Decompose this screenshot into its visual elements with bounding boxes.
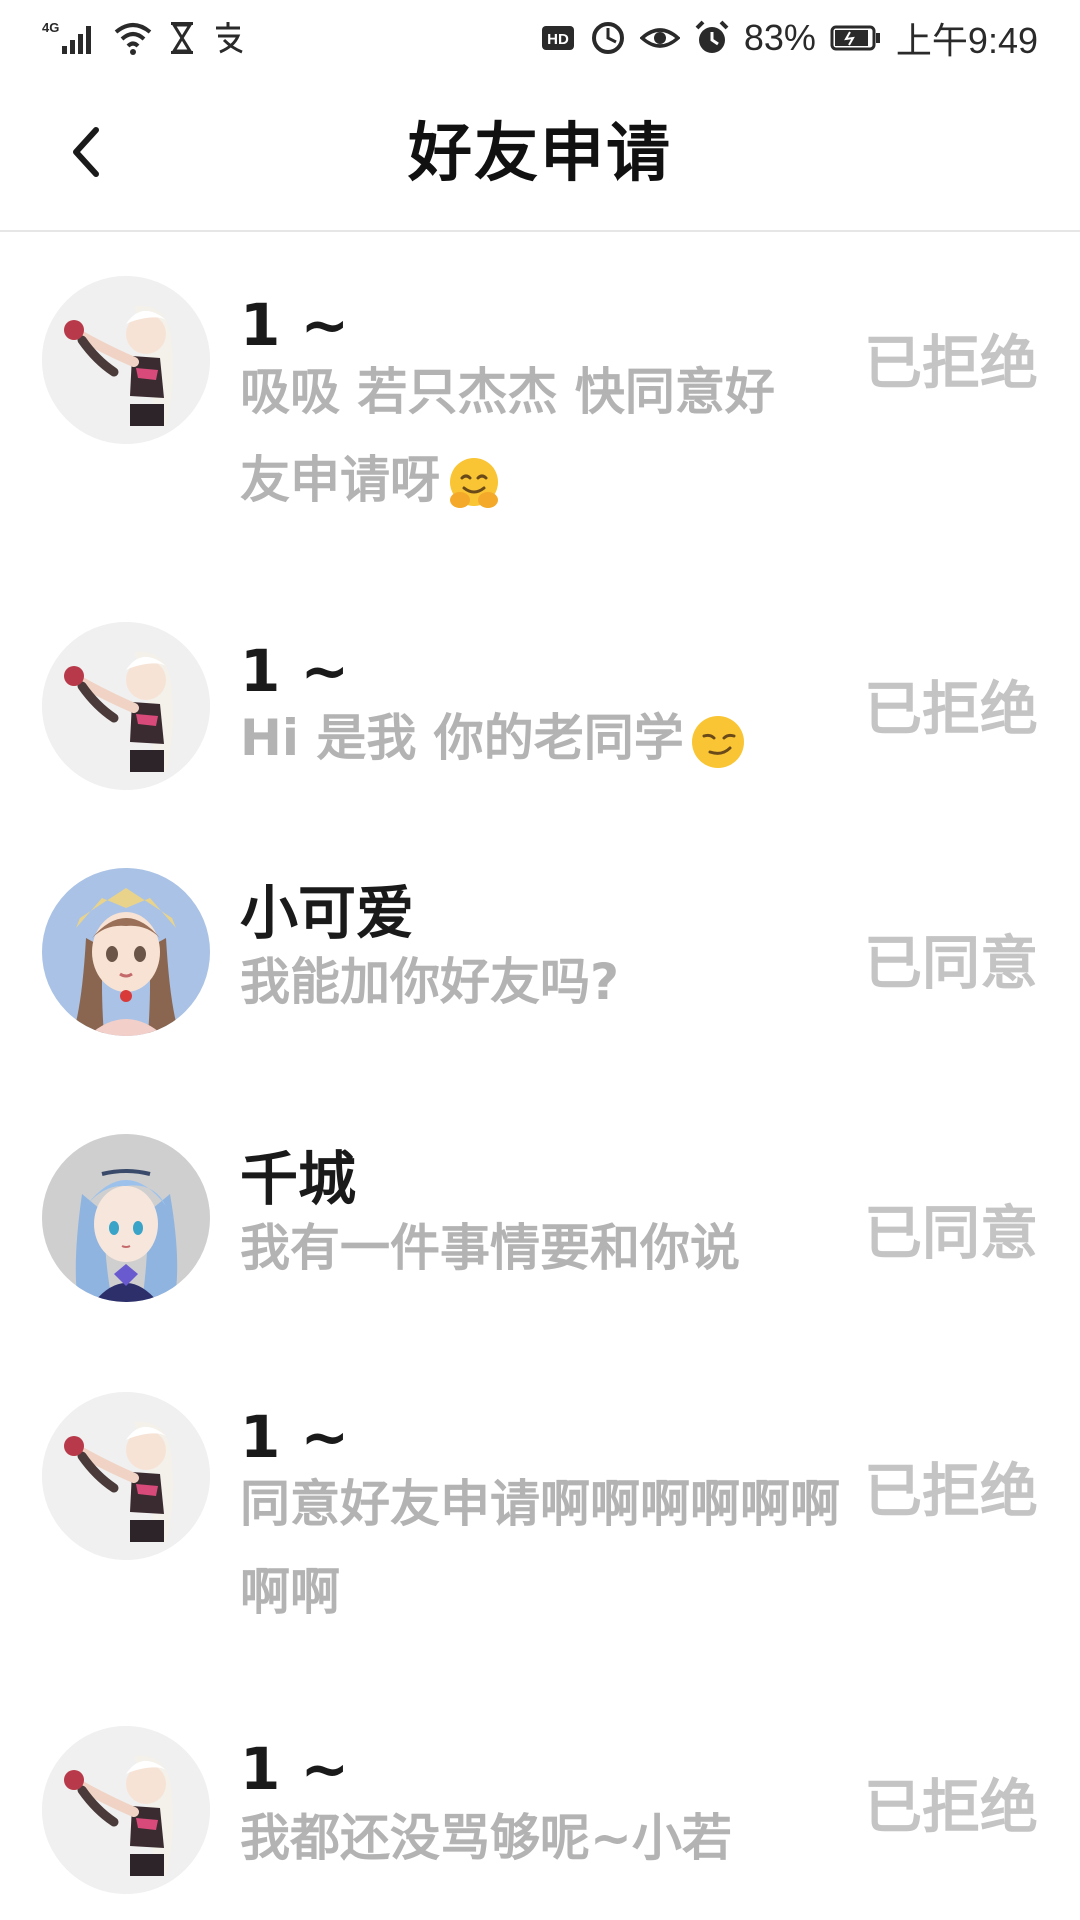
anime-girl-white-hair-icon xyxy=(42,276,210,444)
data-saver-icon xyxy=(590,18,626,58)
friend-request-item[interactable]: 1 ~ 已拒绝 Hi 是我 你的老同学 xyxy=(0,580,1080,822)
battery-icon xyxy=(830,18,882,58)
hourglass-icon xyxy=(168,18,196,58)
request-message-text: Hi 是我 你的老同学 xyxy=(240,709,684,767)
friend-request-item[interactable]: 1 ~ 已拒绝 我都还没骂够呢~小若 xyxy=(0,1684,1080,1920)
smirking-face-icon xyxy=(686,710,750,774)
request-message-text: 同意好友申请啊啊啊啊啊啊啊啊 xyxy=(240,1475,840,1621)
request-message: 我有一件事情要和你说 xyxy=(240,1204,840,1292)
status-right: HD 83% 上午9:49 xyxy=(540,12,1038,64)
anime-girl-white-hair-icon xyxy=(42,622,210,790)
page-title: 好友申请 xyxy=(408,117,672,191)
request-message: Hi 是我 你的老同学 xyxy=(240,694,880,782)
alarm-icon xyxy=(694,18,730,58)
back-button[interactable] xyxy=(50,118,122,190)
anime-girl-blue-hair-icon xyxy=(42,1134,210,1302)
svg-text:HD: HD xyxy=(547,31,569,48)
anime-girl-white-hair-icon xyxy=(42,1392,210,1560)
request-status: 已同意 xyxy=(863,1199,1038,1267)
friend-request-item[interactable]: 1 ~ 已拒绝 吸吸 若只杰杰 快同意好友申请呀 xyxy=(0,234,1080,580)
request-status: 已拒绝 xyxy=(863,675,1038,743)
request-message-text: 我有一件事情要和你说 xyxy=(240,1219,740,1277)
request-status: 已拒绝 xyxy=(863,1773,1038,1841)
nav-bar: 好友申请 xyxy=(0,76,1080,232)
chevron-left-icon xyxy=(66,122,106,186)
avatar[interactable] xyxy=(42,1392,210,1560)
avatar[interactable] xyxy=(42,276,210,444)
svg-text:4G: 4G xyxy=(42,20,59,35)
request-status: 已拒绝 xyxy=(863,329,1038,397)
avatar[interactable] xyxy=(42,1134,210,1302)
avatar[interactable] xyxy=(42,622,210,790)
avatar[interactable] xyxy=(42,868,210,1036)
eye-icon xyxy=(639,18,680,58)
request-message-text: 吸吸 若只杰杰 快同意好友申请呀 xyxy=(240,363,775,509)
alipay-icon xyxy=(210,18,246,58)
friend-request-item[interactable]: 小可爱 已同意 我能加你好友吗? xyxy=(0,822,1080,1080)
status-left: 4G xyxy=(42,18,246,58)
request-message: 吸吸 若只杰杰 快同意好友申请呀 xyxy=(240,348,820,524)
hd-icon: HD xyxy=(540,18,576,58)
wifi-icon xyxy=(112,18,154,58)
request-status: 已拒绝 xyxy=(863,1457,1038,1525)
anime-girl-white-hair-icon xyxy=(42,1726,210,1894)
request-message-text: 我都还没骂够呢~小若 xyxy=(240,1809,732,1867)
request-status: 已同意 xyxy=(863,929,1038,997)
anime-girl-brown-hair-icon xyxy=(42,868,210,1036)
friend-request-item[interactable]: 千城 已同意 我有一件事情要和你说 xyxy=(0,1080,1080,1338)
avatar[interactable] xyxy=(42,1726,210,1894)
status-bar: 4G HD 83% 上午9:49 xyxy=(0,0,1080,76)
hugging-face-icon xyxy=(442,452,506,516)
request-message: 同意好友申请啊啊啊啊啊啊啊啊 xyxy=(240,1460,840,1636)
friend-request-item[interactable]: 1 ~ 已拒绝 同意好友申请啊啊啊啊啊啊啊啊 xyxy=(0,1338,1080,1684)
request-message: 我能加你好友吗? xyxy=(240,938,820,1026)
clock: 上午9:49 xyxy=(895,20,1038,61)
signal-icon: 4G xyxy=(42,18,98,58)
battery-percent: 83% xyxy=(743,17,816,58)
request-message-text: 我能加你好友吗? xyxy=(240,953,620,1011)
request-message: 我都还没骂够呢~小若 xyxy=(240,1794,840,1882)
